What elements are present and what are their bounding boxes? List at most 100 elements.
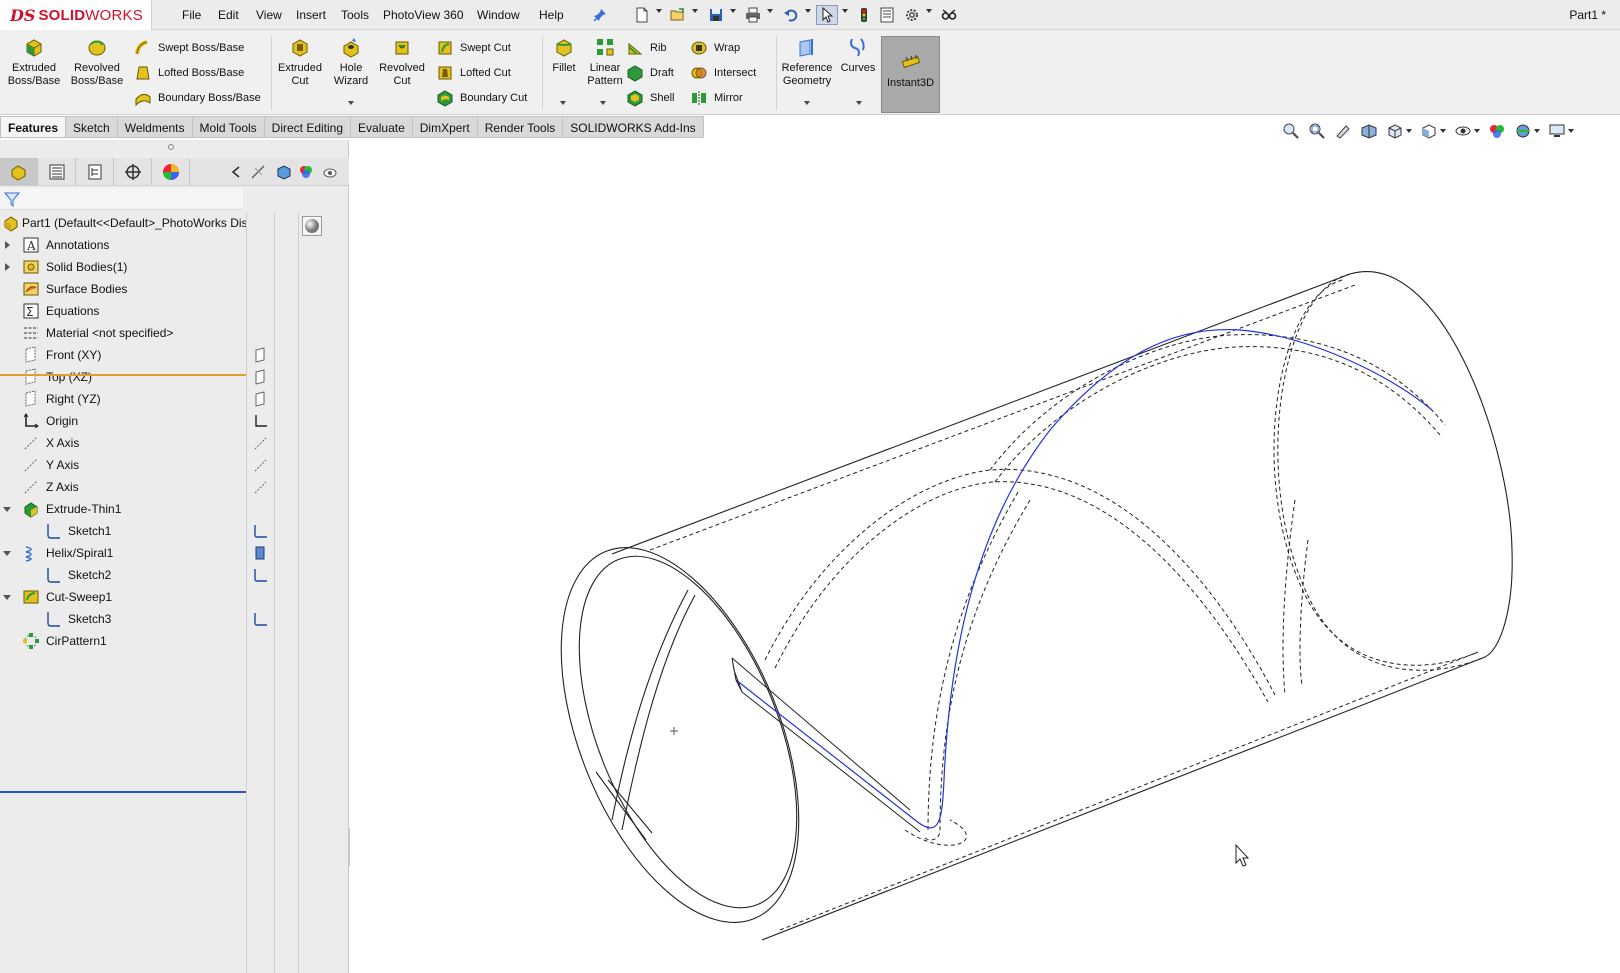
boundary-cut-button[interactable]: Boundary Cut	[436, 87, 527, 109]
tree-node-equations[interactable]: Σ Equations	[0, 300, 246, 322]
tree-node-origin[interactable]: Origin	[0, 410, 246, 432]
undo-icon[interactable]	[781, 5, 801, 25]
tree-filter[interactable]	[0, 188, 243, 210]
instant3d-button[interactable]: Instant3D	[881, 36, 940, 113]
draft-button[interactable]: Draft	[626, 62, 674, 84]
fillet-dropdown-icon[interactable]	[560, 101, 566, 105]
tab-evaluate[interactable]: Evaluate	[351, 116, 413, 138]
menu-view[interactable]: View	[256, 0, 282, 30]
filter-icon[interactable]	[4, 191, 20, 207]
mirror-button[interactable]: Mirror	[690, 87, 743, 109]
expand-arrow-icon[interactable]	[5, 241, 10, 249]
new-document-icon[interactable]	[632, 5, 652, 25]
shell-button[interactable]: Shell	[626, 87, 674, 109]
save-icon[interactable]	[706, 5, 726, 25]
feature-manager-tab-icon[interactable]	[0, 158, 38, 186]
collapse-arrow-icon[interactable]	[3, 551, 11, 556]
zoom-to-area-icon[interactable]	[1306, 122, 1328, 140]
swept-cut-button[interactable]: Swept Cut	[436, 37, 511, 59]
tree-node-annotations[interactable]: A Annotations	[0, 234, 246, 256]
tree-node-plane[interactable]: Top (XZ)	[0, 366, 246, 388]
menu-tools[interactable]: Tools	[341, 0, 369, 30]
menu-edit[interactable]: Edit	[218, 0, 239, 30]
display-style-icon[interactable]	[1418, 122, 1446, 140]
hole-wizard-button[interactable]: Hole Wizard	[330, 36, 372, 88]
tab-mold-tools[interactable]: Mold Tools	[192, 116, 265, 138]
panel-grip-icon[interactable]	[168, 144, 174, 150]
select-icon[interactable]	[816, 5, 838, 25]
tree-node-solid-bodies[interactable]: Solid Bodies(1)	[0, 256, 246, 278]
revolved-boss-button[interactable]: Revolved Boss/Base	[68, 36, 126, 88]
curves-dropdown-icon[interactable]	[856, 101, 862, 105]
undo-dropdown-icon[interactable]	[805, 9, 811, 13]
graphics-area[interactable]	[350, 140, 1620, 973]
zoom-to-fit-icon[interactable]	[1280, 122, 1302, 140]
solidworks-logo[interactable]: DS SOLIDWORKS	[0, 0, 152, 30]
collapse-panel-icon[interactable]	[230, 165, 242, 179]
tree-node-plane[interactable]: Front (XY)	[0, 344, 246, 366]
options-icon[interactable]	[902, 5, 922, 25]
view-settings-icon[interactable]	[1546, 122, 1574, 140]
property-manager-tab-icon[interactable]	[38, 158, 76, 186]
scene-icon[interactable]	[322, 164, 338, 180]
apply-scene-icon[interactable]	[1512, 122, 1540, 140]
view-solid-icon[interactable]	[276, 164, 292, 180]
new-dropdown-icon[interactable]	[656, 9, 662, 13]
previous-view-icon[interactable]	[1332, 122, 1354, 140]
print-dropdown-icon[interactable]	[767, 9, 773, 13]
display-pane-sphere-icon[interactable]	[302, 216, 322, 236]
revolved-cut-button[interactable]: Revolved Cut	[378, 36, 426, 88]
rebuild-icon[interactable]	[855, 5, 873, 25]
tree-node-sketch[interactable]: Sketch3	[0, 608, 246, 630]
rollback-bar[interactable]	[0, 791, 246, 793]
customize-icon[interactable]	[938, 5, 960, 25]
collapse-arrow-icon[interactable]	[3, 507, 11, 512]
tab-render-tools[interactable]: Render Tools	[477, 116, 564, 138]
tab-solidworks-add-ins[interactable]: SOLIDWORKS Add-Ins	[563, 116, 704, 138]
hide-show-items-icon[interactable]	[1452, 122, 1480, 140]
configuration-manager-tab-icon[interactable]	[76, 158, 114, 186]
print-icon[interactable]	[743, 5, 763, 25]
tab-direct-editing[interactable]: Direct Editing	[264, 116, 352, 138]
tree-node-axis[interactable]: X Axis	[0, 432, 246, 454]
model-view[interactable]	[350, 140, 1620, 973]
menu-help[interactable]: Help	[539, 0, 564, 30]
tree-node-extrude[interactable]: Extrude-Thin1	[0, 498, 246, 520]
pin-icon[interactable]	[590, 5, 610, 25]
options-dropdown-icon[interactable]	[926, 9, 932, 13]
tab-sketch[interactable]: Sketch	[66, 116, 118, 138]
collapse-arrow-icon[interactable]	[3, 595, 11, 600]
open-icon[interactable]	[668, 5, 688, 25]
edit-appearance-icon[interactable]	[1486, 122, 1508, 140]
open-dropdown-icon[interactable]	[692, 9, 698, 13]
intersect-button[interactable]: Intersect	[690, 62, 756, 84]
reference-geometry-dropdown-icon[interactable]	[804, 101, 810, 105]
linear-pattern-dropdown-icon[interactable]	[600, 101, 606, 105]
tree-node-surface-bodies[interactable]: Surface Bodies	[0, 278, 246, 300]
appearances-icon[interactable]	[298, 164, 314, 180]
fillet-button[interactable]: Fillet	[546, 36, 582, 75]
lofted-cut-button[interactable]: Lofted Cut	[436, 62, 511, 84]
hole-wizard-dropdown-icon[interactable]	[348, 101, 354, 105]
file-properties-icon[interactable]	[877, 5, 897, 25]
section-view-icon[interactable]	[1358, 122, 1380, 140]
menu-window[interactable]: Window	[477, 0, 520, 30]
select-dropdown-icon[interactable]	[842, 9, 848, 13]
tree-node-pattern[interactable]: CirPattern1	[0, 630, 246, 652]
lofted-boss-button[interactable]: Lofted Boss/Base	[134, 62, 244, 84]
tree-node-sketch[interactable]: Sketch2	[0, 564, 246, 586]
view-orientation-icon[interactable]	[1384, 122, 1412, 140]
wrap-button[interactable]: Wrap	[690, 37, 740, 59]
tree-node-cut-sweep[interactable]: Cut-Sweep1	[0, 586, 246, 608]
extruded-cut-button[interactable]: Extruded Cut	[276, 36, 324, 88]
menu-photoview[interactable]: PhotoView 360	[383, 0, 464, 30]
tree-node-axis[interactable]: Z Axis	[0, 476, 246, 498]
save-dropdown-icon[interactable]	[730, 9, 736, 13]
rib-button[interactable]: Rib	[626, 37, 667, 59]
tab-features[interactable]: Features	[0, 116, 67, 138]
curves-button[interactable]: Curves	[838, 36, 878, 75]
display-manager-tab-icon[interactable]	[152, 158, 190, 186]
tree-node-material[interactable]: Material <not specified>	[0, 322, 246, 344]
linear-pattern-button[interactable]: Linear Pattern	[584, 36, 626, 88]
boundary-boss-button[interactable]: Boundary Boss/Base	[134, 87, 261, 109]
